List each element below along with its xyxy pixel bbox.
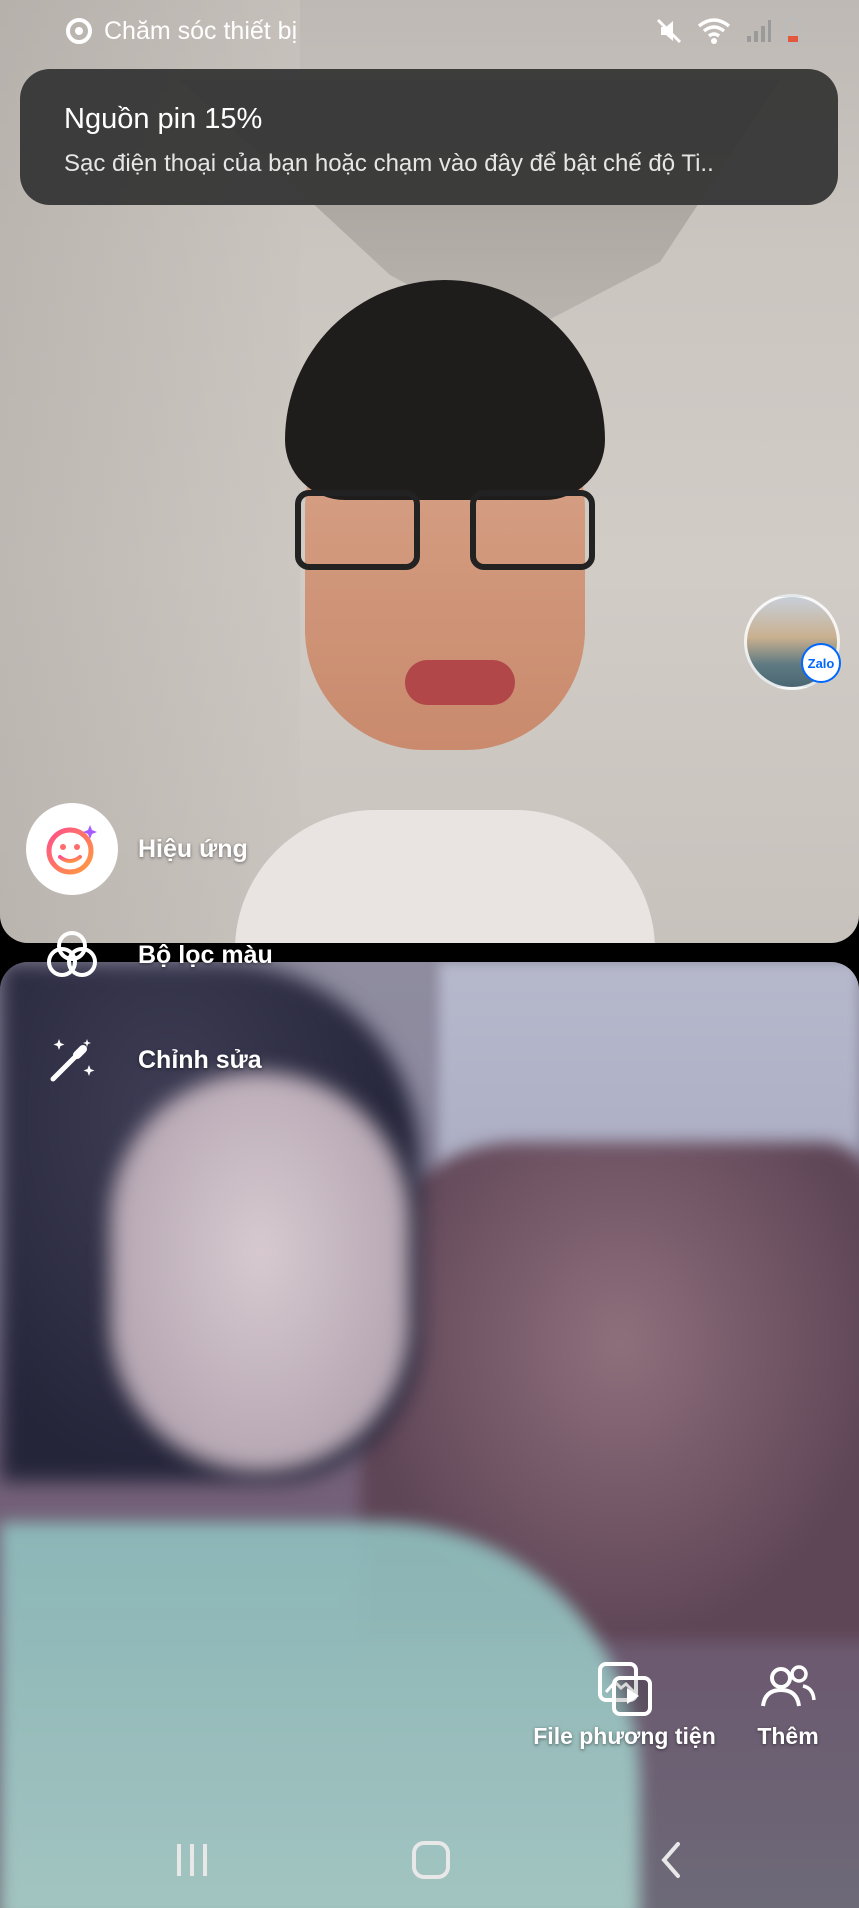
media-files-label: File phương tiện [533, 1723, 716, 1749]
floating-app-bubble[interactable]: Zalo [744, 594, 841, 690]
smiley-sparkle-icon [46, 825, 97, 875]
effects-icon-circle [26, 803, 118, 895]
color-filter-button[interactable]: Bộ lọc màu [26, 925, 273, 985]
notification-body: Sạc điện thoại của bạn hoặc chạm vào đây… [64, 150, 714, 177]
remote-video-view[interactable] [0, 962, 859, 1908]
color-filter-label: Bộ lọc màu [138, 940, 273, 969]
battery-notification[interactable]: Nguồn pin 15% Sạc điện thoại của bạn hoặ… [20, 69, 838, 205]
status-app-label: Chăm sóc thiết bị [104, 16, 298, 45]
edit-label: Chỉnh sửa [138, 1045, 262, 1074]
remote-person-face [110, 1072, 410, 1472]
edit-button[interactable]: Chỉnh sửa [26, 1030, 262, 1090]
notification-title: Nguồn pin 15% [64, 103, 263, 135]
magic-wand-icon [50, 1039, 95, 1082]
effects-button[interactable]: Hiệu ứng [26, 803, 248, 895]
status-icons [655, 17, 801, 45]
media-files-icon [597, 1662, 652, 1716]
signal-icon [747, 20, 771, 42]
navigation-bar [0, 1820, 859, 1908]
back-icon[interactable] [656, 1840, 686, 1880]
recent-apps-icon[interactable] [175, 1840, 209, 1880]
wifi-icon [697, 18, 731, 44]
home-icon[interactable] [411, 1840, 451, 1880]
effects-label: Hiệu ứng [138, 834, 248, 863]
device-care-icon [66, 18, 92, 44]
zalo-badge: Zalo [801, 643, 841, 683]
more-label: Thêm [757, 1723, 819, 1749]
status-bar: Chăm sóc thiết bị [0, 0, 859, 62]
self-person [235, 280, 655, 943]
media-files-button[interactable]: File phương tiện [532, 1660, 717, 1750]
status-left: Chăm sóc thiết bị [66, 17, 297, 46]
people-icon [761, 1665, 816, 1707]
mute-icon [656, 18, 682, 44]
battery-icon [785, 17, 801, 45]
more-button[interactable]: Thêm [742, 1660, 834, 1750]
color-filter-icon [47, 931, 97, 977]
